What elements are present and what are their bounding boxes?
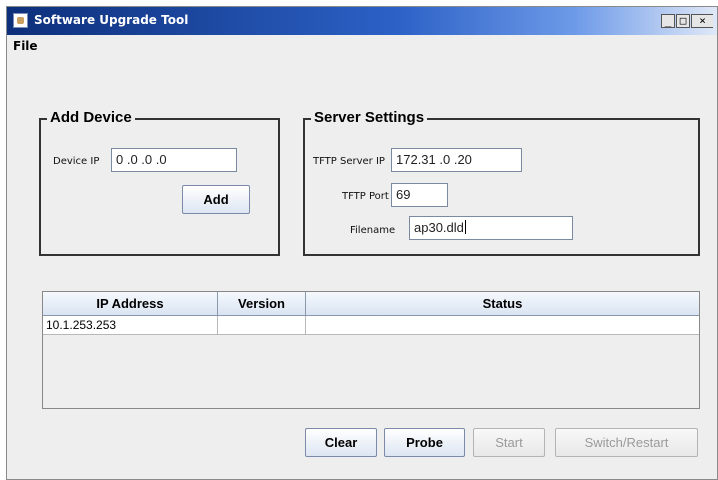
column-header-status[interactable]: Status	[306, 292, 699, 315]
device-ip-label: Device IP	[53, 156, 100, 167]
column-header-ip-address[interactable]: IP Address	[43, 292, 218, 315]
java-app-icon	[13, 13, 28, 28]
switch-restart-button[interactable]: Switch/Restart	[555, 428, 698, 457]
app-window: Software Upgrade Tool _ □ × File Add Dev…	[6, 6, 718, 480]
table-row[interactable]: 10.1.253.253	[43, 316, 699, 335]
cell-ip-address: 10.1.253.253	[43, 316, 218, 334]
server-settings-group: Server Settings TFTP Server IP 172.31 .0…	[303, 109, 700, 256]
probe-button[interactable]: Probe	[384, 428, 465, 457]
menu-bar: File	[7, 35, 717, 57]
cell-version	[218, 316, 306, 334]
filename-field[interactable]: ap30.dld	[409, 216, 573, 240]
minimize-button[interactable]: _	[661, 14, 675, 28]
window-title: Software Upgrade Tool	[34, 13, 189, 27]
filename-value: ap30.dld	[414, 220, 464, 235]
device-ip-field[interactable]: 0 .0 .0 .0	[111, 148, 237, 172]
cell-status	[306, 316, 699, 334]
title-bar[interactable]: Software Upgrade Tool _ □ ×	[7, 7, 717, 35]
add-button[interactable]: Add	[182, 185, 250, 214]
server-settings-title: Server Settings	[311, 109, 428, 126]
text-cursor	[464, 220, 466, 234]
close-button[interactable]: ×	[691, 14, 713, 28]
devices-table: IP Address Version Status 10.1.253.253	[42, 291, 700, 409]
maximize-button[interactable]: □	[676, 14, 690, 28]
tftp-server-ip-label: TFTP Server IP	[313, 156, 385, 167]
clear-button[interactable]: Clear	[305, 428, 377, 457]
add-device-group: Add Device Device IP 0 .0 .0 .0 Add	[39, 109, 280, 256]
column-header-version[interactable]: Version	[218, 292, 306, 315]
menu-file[interactable]: File	[13, 39, 38, 53]
tftp-server-ip-field[interactable]: 172.31 .0 .20	[391, 148, 522, 172]
tftp-port-field[interactable]: 69	[391, 183, 448, 207]
tftp-port-label: TFTP Port	[342, 191, 389, 202]
start-button[interactable]: Start	[473, 428, 545, 457]
filename-label: Filename	[350, 225, 396, 236]
add-device-title: Add Device	[47, 109, 135, 126]
table-header: IP Address Version Status	[43, 292, 699, 316]
